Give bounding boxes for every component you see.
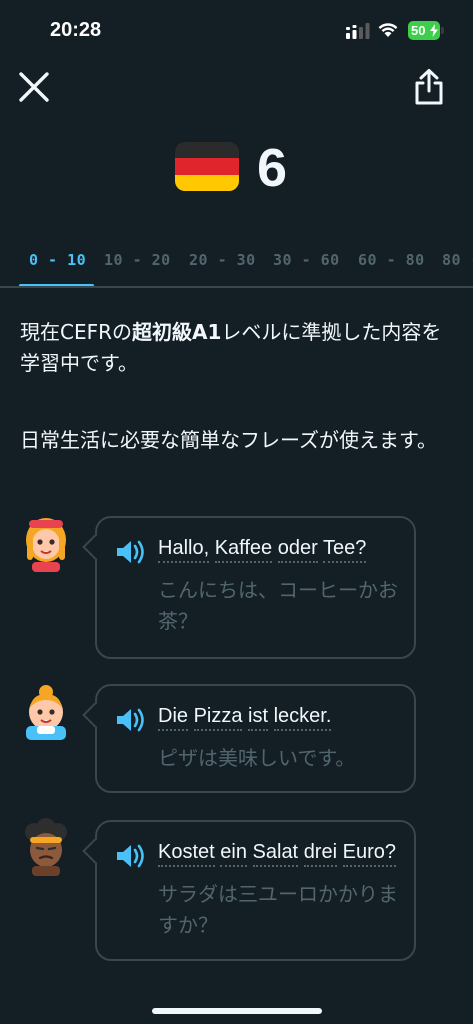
- tab-30-60[interactable]: 30 - 60: [273, 251, 340, 269]
- ability-description: 日常生活に必要な簡単なフレーズが使えます。: [20, 428, 437, 452]
- battery-cap: [441, 27, 444, 34]
- battery-indicator: 50: [408, 21, 440, 40]
- wifi-icon: [378, 23, 398, 37]
- germany-flag-icon: [175, 142, 239, 191]
- phrase-text: Kostet ein Salat drei Euro?: [158, 841, 396, 867]
- word[interactable]: Kaffee: [214, 537, 273, 563]
- screen: 20:28 50 6 0 - 10 10 - 20 20 - 30 30 - 6…: [0, 0, 473, 1024]
- status-time: 20:28: [50, 19, 102, 41]
- phrase-text: Die Pizza ist lecker.: [158, 705, 332, 731]
- phrase-card[interactable]: Kostet ein Salat drei Euro? サラダは三ユーロかかりま…: [82, 820, 416, 961]
- share-icon[interactable]: [412, 68, 446, 106]
- tab-10-20[interactable]: 10 - 20: [104, 251, 171, 269]
- word[interactable]: drei: [303, 841, 338, 867]
- card-tail: [82, 534, 108, 560]
- character-avatar-woman-icon: [26, 518, 66, 572]
- word[interactable]: ist: [248, 705, 269, 731]
- word[interactable]: Tee?: [322, 537, 367, 563]
- word[interactable]: Pizza: [193, 705, 243, 731]
- phrase-translation: こんにちは、コーヒーかお茶？: [158, 578, 398, 633]
- tab-60-80[interactable]: 60 - 80: [358, 251, 425, 269]
- phrase-card[interactable]: Hallo, Kaffee oder Tee? こんにちは、コーヒーかお茶？: [82, 516, 416, 659]
- word[interactable]: ein: [220, 841, 247, 867]
- speaker-icon[interactable]: [115, 707, 145, 733]
- battery-level: 50: [411, 23, 426, 38]
- level-number: 6: [257, 138, 288, 198]
- charging-bolt-icon: [430, 24, 438, 37]
- level-range-tabs: 0 - 10 10 - 20 20 - 30 30 - 60 60 - 80 8…: [0, 246, 473, 288]
- word[interactable]: Hallo,: [158, 537, 210, 563]
- phrase-translation: ピザは美味しいです。: [158, 746, 356, 770]
- speaker-icon[interactable]: [115, 843, 145, 869]
- word[interactable]: Salat: [252, 841, 299, 867]
- tab-0-10[interactable]: 0 - 10: [29, 251, 86, 269]
- word[interactable]: Kostet: [158, 841, 215, 867]
- level-description: 現在CEFRの超初級A1レベルに準拠した内容を学習中です。: [20, 317, 460, 379]
- close-icon[interactable]: [17, 70, 51, 104]
- word[interactable]: lecker.: [273, 705, 332, 731]
- character-avatar-man-icon: [25, 818, 67, 876]
- tab-80-plus[interactable]: 80 -: [442, 251, 473, 269]
- word[interactable]: Die: [158, 705, 189, 731]
- tabs-divider: [0, 286, 473, 288]
- cellular-signal-icon: [346, 23, 370, 39]
- tab-20-30[interactable]: 20 - 30: [189, 251, 256, 269]
- word[interactable]: oder: [277, 537, 318, 563]
- description-text-1: 現在CEFRの: [20, 320, 133, 344]
- phrase-text: Hallo, Kaffee oder Tee?: [158, 537, 367, 563]
- card-tail: [82, 838, 108, 864]
- character-avatar-boy-icon: [26, 685, 66, 740]
- phrase-translation: サラダは三ユーロかかりますか？: [158, 882, 398, 937]
- card-tail: [82, 702, 108, 728]
- home-indicator[interactable]: [152, 1008, 322, 1014]
- word[interactable]: Euro?: [342, 841, 396, 867]
- speaker-icon[interactable]: [115, 539, 145, 565]
- phrase-card[interactable]: Die Pizza ist lecker. ピザは美味しいです。: [82, 684, 416, 793]
- description-cefr-level: 超初級A1: [132, 320, 222, 344]
